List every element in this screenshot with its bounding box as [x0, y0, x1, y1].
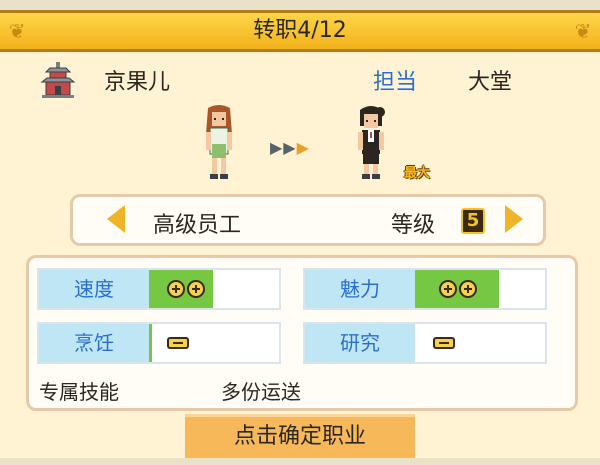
stat-research: 研究 [303, 322, 547, 364]
stat-label: 速度 [39, 270, 149, 308]
job-preview: ▶▶▶ 最大 [0, 104, 600, 188]
character-row: 京果儿 担当 大堂 [0, 56, 600, 102]
job-selector: 高级员工 等级 5 [70, 194, 546, 246]
bottom-strip [0, 458, 600, 465]
skill-value: 多份运送 [221, 380, 301, 404]
character-name: 京果儿 [104, 70, 171, 95]
top-strip [0, 0, 600, 10]
stat-label: 魅力 [305, 270, 415, 308]
plus-icon [459, 280, 477, 298]
max-badge: 最大 [404, 166, 431, 181]
stat-value [167, 280, 205, 298]
stat-charm: 魅力 [303, 268, 547, 310]
page-title: 转职4/12 [253, 18, 347, 43]
job-change-window: ❦ 转职4/12 ❦ 京果儿 担当 大堂 ▶▶▶ 最大 高级员工 等级 5 速度… [0, 0, 600, 465]
stat-bar [149, 324, 152, 362]
work-place: 大堂 [468, 70, 513, 95]
job-name: 高级员工 [153, 213, 242, 238]
plus-icon [187, 280, 205, 298]
pagoda-icon [40, 62, 76, 98]
next-job-sprite [358, 106, 385, 179]
header-bar: ❦ 转职4/12 ❦ [0, 10, 600, 52]
scroll-ornament-right-icon: ❦ [574, 19, 592, 43]
stat-value [433, 334, 455, 352]
progress-arrows: ▶▶▶ [270, 138, 310, 157]
level-label: 等级 [391, 213, 436, 238]
stat-value [439, 280, 477, 298]
plus-icon [439, 280, 457, 298]
plus-icon [167, 280, 185, 298]
skill-label: 专属技能 [39, 380, 119, 404]
stat-label: 烹饪 [39, 324, 149, 362]
minus-icon [167, 337, 189, 349]
level-badge: 5 [461, 208, 485, 234]
right-arrow-icon[interactable] [505, 205, 523, 233]
role-label: 担当 [373, 70, 418, 95]
stat-cooking: 烹饪 [37, 322, 281, 364]
minus-icon [433, 337, 455, 349]
current-job-sprite [206, 105, 232, 179]
confirm-job-button[interactable]: 点击确定职业 [185, 414, 415, 458]
stat-speed: 速度 [37, 268, 281, 310]
stat-label: 研究 [305, 324, 415, 362]
left-arrow-icon[interactable] [107, 205, 125, 233]
stats-panel: 速度 魅力 烹饪 研究 专属技能 多份运送 [26, 255, 578, 411]
stat-value [167, 334, 189, 352]
